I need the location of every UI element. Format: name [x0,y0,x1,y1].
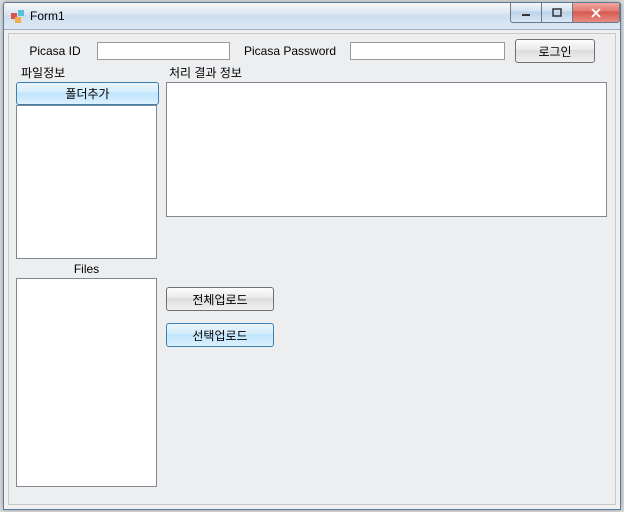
upload-all-button[interactable]: 전체업로드 [166,287,274,311]
picasa-password-input[interactable] [350,42,505,60]
close-button[interactable] [573,3,620,23]
login-button-label: 로그인 [538,43,571,60]
add-folder-button[interactable]: 폴더추가 [16,82,159,105]
add-folder-button-label: 폴더추가 [65,85,109,102]
files-label: Files [16,262,157,276]
picasa-password-label: Picasa Password [244,44,344,58]
credentials-row: Picasa ID Picasa Password 로그인 [19,40,607,62]
result-info-label: 처리 결과 정보 [169,64,242,81]
folder-list[interactable] [16,105,157,259]
picasa-id-input[interactable] [97,42,230,60]
window-controls [510,3,620,23]
upload-selected-button[interactable]: 선택업로드 [166,323,274,347]
app-icon [10,8,26,24]
files-list[interactable] [16,278,157,487]
title-bar: Form1 [4,3,620,30]
window-title: Form1 [30,9,65,23]
upload-all-button-label: 전체업로드 [192,291,247,308]
app-window: Form1 Picasa ID Picasa Password 로그인 파일정보… [3,2,621,510]
maximize-button[interactable] [541,3,573,23]
file-info-label: 파일정보 [21,64,65,81]
picasa-id-label: Picasa ID [19,44,91,58]
client-area: Picasa ID Picasa Password 로그인 파일정보 처리 결과… [8,33,616,505]
login-button[interactable]: 로그인 [515,39,595,63]
upload-selected-button-label: 선택업로드 [192,327,247,344]
minimize-button[interactable] [510,3,541,23]
result-textarea[interactable] [166,82,607,217]
